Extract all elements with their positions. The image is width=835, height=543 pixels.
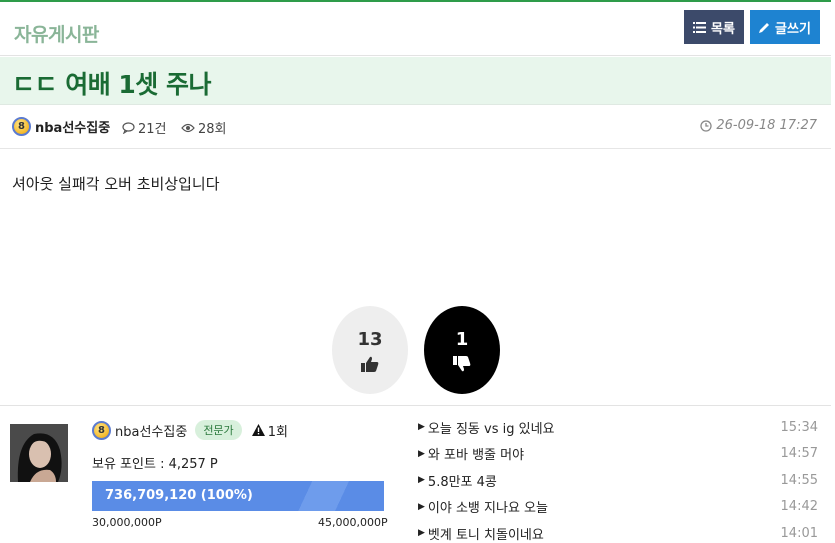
list-item[interactable]: ▶ 5.8만포 4콩 14:55 xyxy=(418,467,820,494)
write-button[interactable]: 글쓰기 xyxy=(750,10,820,44)
upvote-count: 13 xyxy=(357,328,383,350)
list-item[interactable]: ▶ 이야 소뱅 지나요 오늘 14:42 xyxy=(418,494,820,521)
clock-icon xyxy=(700,119,713,132)
avatar[interactable] xyxy=(10,424,68,482)
board-title[interactable]: 자유게시판 xyxy=(14,20,99,47)
progress-min: 30,000,000P xyxy=(92,516,162,529)
arrow-right-icon: ▶ xyxy=(418,448,425,459)
warning-count-value: 1회 xyxy=(267,424,288,440)
write-button-label: 글쓰기 xyxy=(775,21,811,37)
downvote-button[interactable]: 1 xyxy=(424,306,500,394)
board-header: 자유게시판 목록 글쓰기 xyxy=(0,0,831,56)
comment-icon xyxy=(122,121,135,134)
recent-post-time: 14:57 xyxy=(780,446,818,462)
recent-post-title: 이야 소뱅 지나요 오늘 xyxy=(427,501,548,517)
level-progress-label: 736,709,120 (100%) xyxy=(105,488,253,503)
comment-count-value: 21건 xyxy=(138,122,167,137)
post-author-name: nba선수집중 xyxy=(35,121,111,136)
points: 보유 포인트 : 4,257 P xyxy=(92,457,218,472)
arrow-right-icon: ▶ xyxy=(418,528,425,539)
comment-count: 21건 xyxy=(122,118,167,137)
avatar-image xyxy=(10,424,68,482)
thumbs-down-icon xyxy=(453,355,471,371)
recent-post-title: 5.8만포 4콩 xyxy=(427,474,497,490)
post-date-value: 26-09-18 17:27 xyxy=(716,118,817,133)
recent-posts: ▶ 오늘 징동 vs ig 있네요 15:34 ▶ 와 포바 뱅줄 머야 14:… xyxy=(418,414,820,543)
recent-post-time: 15:34 xyxy=(780,419,818,435)
recent-post-title: 벳계 토니 치돌이네요 xyxy=(427,527,544,543)
view-count-value: 28회 xyxy=(198,122,227,137)
post-body: 셔아웃 실패각 오버 초비상입니다 xyxy=(12,175,220,193)
recent-post-title: 오늘 징동 vs ig 있네요 xyxy=(427,421,555,437)
divider xyxy=(0,405,831,406)
thumbs-up-icon xyxy=(361,356,379,372)
list-item[interactable]: ▶ 오늘 징동 vs ig 있네요 15:34 xyxy=(418,414,820,441)
warning-icon xyxy=(251,424,265,436)
arrow-right-icon: ▶ xyxy=(418,475,425,486)
recent-post-time: 14:55 xyxy=(780,472,818,488)
progress-max: 45,000,000P xyxy=(318,516,388,529)
expert-badge: 전문가 xyxy=(195,420,242,440)
upvote-button[interactable]: 13 xyxy=(332,306,408,394)
level-badge-icon: 8 xyxy=(12,117,31,136)
list-item[interactable]: ▶ 벳계 토니 치돌이네요 14:01 xyxy=(418,520,820,543)
level-progress-bar: 736,709,120 (100%) xyxy=(92,481,384,511)
recent-post-time: 14:42 xyxy=(780,499,818,515)
arrow-right-icon: ▶ xyxy=(418,501,425,512)
list-icon xyxy=(693,21,707,33)
post-date: 26-09-18 17:27 xyxy=(700,118,817,133)
post-title-bar: ㄷㄷ 여배 1셋 주나 xyxy=(0,57,831,105)
arrow-right-icon: ▶ xyxy=(418,422,425,433)
recent-post-time: 14:01 xyxy=(780,525,818,541)
list-button-label: 목록 xyxy=(711,21,735,37)
pencil-icon xyxy=(759,22,770,33)
list-button[interactable]: 목록 xyxy=(684,10,744,44)
post-title: ㄷㄷ 여배 1셋 주나 xyxy=(12,70,212,99)
level-badge-icon: 8 xyxy=(92,420,111,440)
view-count: 28회 xyxy=(181,118,227,137)
profile-author: 8 nba선수집중 전문가 1회 xyxy=(92,420,288,440)
list-item[interactable]: ▶ 와 포바 뱅줄 머야 14:57 xyxy=(418,441,820,468)
downvote-count: 1 xyxy=(455,328,469,350)
post-meta: 8 nba선수집중 21건 28회 26-09-18 17:27 xyxy=(0,105,831,149)
profile-name[interactable]: nba선수집중 xyxy=(115,421,187,440)
recent-post-title: 와 포바 뱅줄 머야 xyxy=(427,448,525,464)
post-author[interactable]: 8 nba선수집중 xyxy=(12,117,110,136)
warning-count: 1회 xyxy=(251,421,288,440)
eye-icon xyxy=(181,123,195,132)
